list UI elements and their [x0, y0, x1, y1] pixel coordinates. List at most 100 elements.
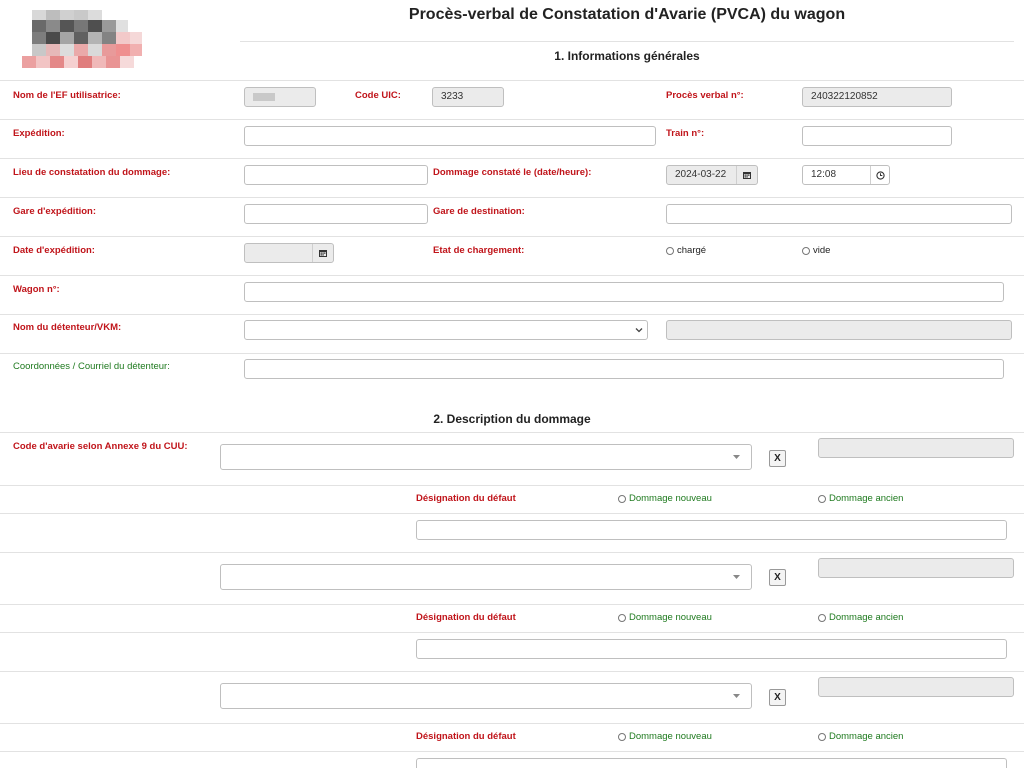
radio-ancien-2[interactable]: Dommage ancien — [818, 612, 903, 623]
pv-input[interactable]: 240322120852 — [802, 87, 952, 107]
caret-down-icon — [721, 684, 751, 708]
radio-charge[interactable]: chargé — [666, 245, 706, 256]
section-title-general: 1. Informations générales — [554, 49, 700, 63]
ef-input[interactable] — [244, 87, 316, 107]
divider — [0, 513, 1024, 514]
wagon-label: Wagon n°: — [13, 284, 60, 295]
divider — [0, 552, 1024, 553]
calendar-icon[interactable] — [312, 244, 333, 262]
radio-nouveau-1[interactable]: Dommage nouveau — [618, 493, 712, 504]
divider — [0, 314, 1024, 315]
divider — [0, 485, 1024, 486]
code-avarie-readonly-3 — [818, 677, 1014, 697]
remove-button-3[interactable]: X — [769, 689, 786, 706]
dommage-date-label: Dommage constaté le (date/heure): — [433, 167, 592, 178]
code-avarie-select-3[interactable] — [220, 683, 752, 709]
radio-nouveau-3[interactable]: Dommage nouveau — [618, 731, 712, 742]
ef-label: Nom de l'EF utilisatrice: — [13, 90, 121, 101]
dommage-time-input[interactable]: 12:08 — [802, 165, 890, 185]
code-avarie-label: Code d'avarie selon Annexe 9 du CUU: — [13, 441, 188, 452]
caret-down-icon — [721, 565, 751, 589]
clock-icon[interactable] — [870, 166, 889, 184]
uic-input[interactable]: 3233 — [432, 87, 504, 107]
code-avarie-select-2[interactable] — [220, 564, 752, 590]
divider — [0, 751, 1024, 752]
divider — [0, 158, 1024, 159]
nouveau-label: Dommage nouveau — [629, 612, 712, 623]
remove-button-2[interactable]: X — [769, 569, 786, 586]
calendar-icon[interactable] — [736, 166, 757, 184]
designation-label-3: Désignation du défaut — [416, 731, 516, 742]
radio-ancien-1[interactable]: Dommage ancien — [818, 493, 903, 504]
uic-label: Code UIC: — [355, 90, 401, 101]
radio-circle[interactable] — [618, 732, 626, 741]
designation-input-1[interactable] — [416, 520, 1007, 540]
date-exp-label: Date d'expédition: — [13, 245, 95, 256]
expedition-input[interactable] — [244, 126, 656, 146]
designation-label-1: Désignation du défaut — [416, 493, 516, 504]
section-title-damage: 2. Description du dommage — [433, 412, 591, 426]
radio-circle[interactable] — [666, 246, 674, 255]
code-avarie-readonly-2 — [818, 558, 1014, 578]
divider — [0, 197, 1024, 198]
pv-label: Procès verbal n°: — [666, 90, 744, 101]
radio-ancien-3[interactable]: Dommage ancien — [818, 731, 903, 742]
ancien-label: Dommage ancien — [829, 731, 904, 742]
chevron-down-icon — [631, 321, 647, 339]
divider — [0, 432, 1024, 433]
divider — [0, 275, 1024, 276]
page-title: Procès-verbal de Constatation d'Avarie (… — [408, 6, 846, 23]
radio-vide[interactable]: vide — [802, 245, 830, 256]
radio-nouveau-2[interactable]: Dommage nouveau — [618, 612, 712, 623]
train-label: Train n°: — [666, 128, 705, 139]
divider — [0, 236, 1024, 237]
divider — [0, 632, 1024, 633]
radio-circle[interactable] — [818, 732, 826, 741]
date-exp-input[interactable] — [244, 243, 334, 263]
radio-circle[interactable] — [618, 613, 626, 622]
ancien-label: Dommage ancien — [829, 612, 904, 623]
nouveau-label: Dommage nouveau — [629, 493, 712, 504]
radio-circle[interactable] — [618, 494, 626, 503]
company-logo — [22, 10, 146, 70]
coord-label: Coordonnées / Courriel du détenteur: — [13, 361, 170, 372]
code-avarie-readonly-1 — [818, 438, 1014, 458]
gare-exp-label: Gare d'expédition: — [13, 206, 97, 217]
divider — [0, 671, 1024, 672]
divider — [0, 604, 1024, 605]
detenteur-select[interactable] — [244, 320, 648, 340]
remove-button-1[interactable]: X — [769, 450, 786, 467]
divider — [0, 80, 1024, 81]
train-input[interactable] — [802, 126, 952, 146]
dommage-date-value: 2024-03-22 — [675, 169, 727, 180]
radio-charge-label: chargé — [677, 245, 707, 256]
ancien-label: Dommage ancien — [829, 493, 904, 504]
designation-label-2: Désignation du défaut — [416, 612, 516, 623]
expedition-label: Expédition: — [13, 128, 65, 139]
divider — [0, 119, 1024, 120]
lieu-input[interactable] — [244, 165, 428, 185]
code-avarie-select-1[interactable] — [220, 444, 752, 470]
divider — [0, 353, 1024, 354]
detenteur-readonly — [666, 320, 1012, 340]
designation-input-3[interactable] — [416, 758, 1007, 768]
divider — [0, 723, 1024, 724]
gare-dest-label: Gare de destination: — [433, 206, 525, 217]
radio-vide-label: vide — [813, 245, 831, 256]
dommage-time-value: 12:08 — [811, 169, 837, 180]
dommage-date-input[interactable]: 2024-03-22 — [666, 165, 758, 185]
radio-circle[interactable] — [802, 246, 810, 255]
detenteur-label: Nom du détenteur/VKM: — [13, 322, 122, 333]
etat-label: Etat de chargement: — [433, 245, 525, 256]
nouveau-label: Dommage nouveau — [629, 731, 712, 742]
coord-input[interactable] — [244, 359, 1004, 379]
divider — [240, 41, 1014, 42]
gare-dest-input[interactable] — [666, 204, 1012, 224]
designation-input-2[interactable] — [416, 639, 1007, 659]
wagon-input[interactable] — [244, 282, 1004, 302]
lieu-label: Lieu de constatation du dommage: — [13, 167, 171, 178]
radio-circle[interactable] — [818, 613, 826, 622]
gare-exp-input[interactable] — [244, 204, 428, 224]
radio-circle[interactable] — [818, 494, 826, 503]
caret-down-icon — [721, 445, 751, 469]
